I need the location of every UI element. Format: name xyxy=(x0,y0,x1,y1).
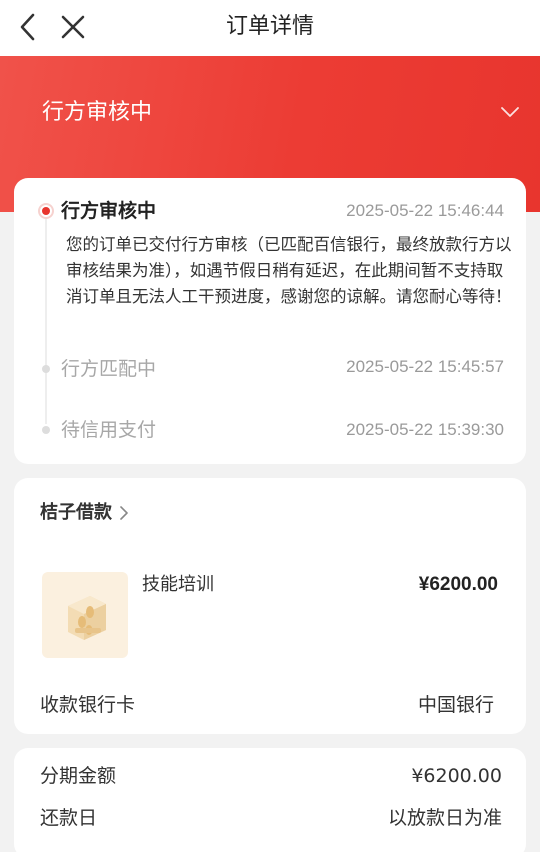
bank-card-label: 收款银行卡 xyxy=(40,694,136,716)
product-thumbnail xyxy=(42,572,128,658)
coin-stack-icon xyxy=(68,596,106,640)
installment-amount-value: ¥6200.00 xyxy=(411,765,502,787)
timeline-step-time: 2025-05-22 15:39:30 xyxy=(346,420,504,439)
timeline-line xyxy=(45,214,47,424)
timeline-step-time: 2025-05-22 15:46:44 xyxy=(346,201,504,220)
page-title: 订单详情 xyxy=(225,14,314,39)
timeline-dot-active xyxy=(38,203,54,219)
product-price: ¥6200.00 xyxy=(418,574,498,595)
timeline-step-label: 行方匹配中 xyxy=(61,358,157,380)
installment-amount-label: 分期金额 xyxy=(40,765,117,787)
repayment-day-value: 以放款日为准 xyxy=(387,807,502,829)
order-timeline-card: 行方审核中 2025-05-22 15:46:44 您的订单已交付行方审核（已匹… xyxy=(14,178,526,464)
timeline-dot xyxy=(42,426,50,434)
timeline-step-description: 您的订单已交付行方审核（已匹配百信银行，最终放款行方以审核结果为准），如遇节假日… xyxy=(66,235,512,306)
top-nav-bar: 订单详情 xyxy=(0,0,540,56)
order-product-card: 桔子借款 技能培训 ¥6200.00 收款银行卡 中国银行 xyxy=(14,478,526,734)
timeline-step-time: 2025-05-22 15:45:57 xyxy=(346,357,504,376)
installment-card: 分期金额 ¥6200.00 还款日 以放款日为准 xyxy=(14,748,526,852)
timeline-dot xyxy=(42,365,50,373)
product-name: 技能培训 xyxy=(142,574,214,595)
merchant-link[interactable]: 桔子借款 xyxy=(40,500,130,526)
timeline-step-label: 行方审核中 xyxy=(61,200,157,222)
chevron-right-icon xyxy=(120,506,128,520)
repayment-day-label: 还款日 xyxy=(40,807,98,829)
status-title: 行方审核中 xyxy=(42,100,153,125)
bank-card-value: 中国银行 xyxy=(417,694,494,716)
timeline-step-label: 待信用支付 xyxy=(61,419,157,441)
merchant-name: 桔子借款 xyxy=(40,502,112,523)
chevron-down-icon[interactable] xyxy=(500,104,520,120)
